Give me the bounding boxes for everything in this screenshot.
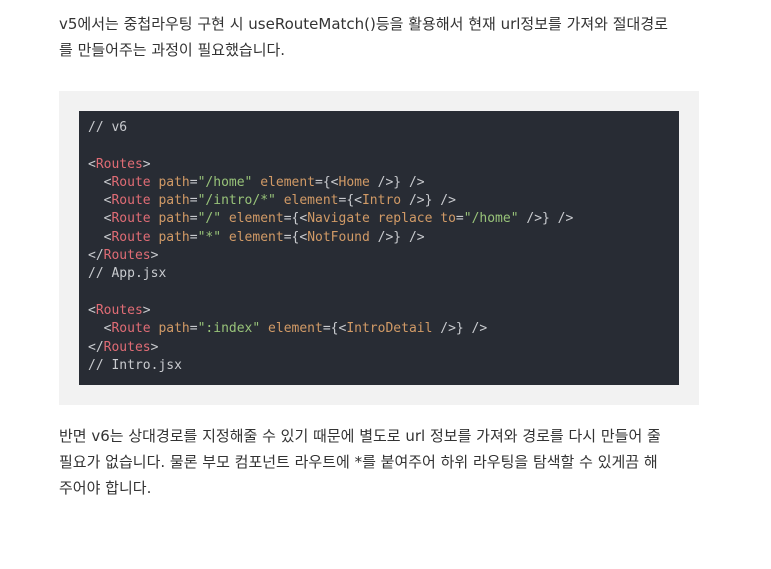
- code-token-punct: =: [455, 211, 464, 227]
- code-token-punct: >: [150, 339, 159, 355]
- code-token-punct: />} />: [432, 321, 488, 337]
- code-token-tag: Route: [111, 229, 151, 245]
- code-token-tag: Routes: [103, 339, 151, 355]
- code-token-str: "/home": [463, 211, 519, 227]
- code-line: // Intro.jsx: [88, 357, 670, 375]
- code-token-punct: />} />: [518, 211, 574, 227]
- code-token-punct: >: [142, 156, 151, 172]
- code-token-tag: Routes: [103, 248, 151, 264]
- code-block: // v6 <Routes> <Route path="/home" eleme…: [79, 111, 679, 385]
- code-token-attr: replace: [377, 211, 433, 227]
- code-token-comment: // App.jsx: [88, 266, 167, 282]
- code-token-punct: [370, 211, 378, 226]
- code-token-attr: Intro: [361, 193, 402, 209]
- code-token-str: "/intro/*": [197, 193, 276, 209]
- code-token-punct: =: [189, 321, 198, 337]
- code-token-punct: =: [189, 211, 198, 227]
- code-token-punct: =: [189, 229, 198, 245]
- code-token-punct: >: [142, 302, 151, 318]
- code-line: </Routes>: [88, 339, 670, 357]
- code-token-attr: element: [283, 193, 339, 209]
- code-block-container: // v6 <Routes> <Route path="/home" eleme…: [59, 91, 699, 405]
- code-token-punct: ={<: [338, 193, 362, 209]
- code-token-tag: Route: [111, 321, 151, 337]
- code-token-attr: path: [158, 229, 190, 245]
- paragraph-intro: v5에서는 중첩라우팅 구현 시 useRouteMatch()등을 활용해서 …: [59, 11, 699, 63]
- code-token-attr: to: [440, 211, 456, 227]
- code-token-punct: </: [88, 339, 104, 355]
- code-token-punct: />} />: [401, 193, 456, 209]
- code-token-comment: // v6: [88, 120, 128, 135]
- code-token-comment: // Intro.jsx: [88, 357, 182, 373]
- code-content: // v6 <Routes> <Route path="/home" eleme…: [88, 119, 670, 375]
- code-line: <Route path="/" element={<Navigate repla…: [88, 210, 670, 228]
- code-token-punct: ={<: [283, 211, 308, 227]
- code-line: <Route path="/intro/*" element={<Intro /…: [88, 192, 670, 210]
- code-token-punct: >: [150, 248, 159, 264]
- code-token-attr: path: [158, 211, 190, 227]
- code-token-tag: Route: [111, 211, 151, 227]
- code-line: <Route path=":index" element={<IntroDeta…: [88, 320, 670, 338]
- code-token-punct: ={<: [315, 174, 339, 190]
- code-token-attr: element: [268, 321, 323, 337]
- code-token-str: "/": [197, 211, 222, 227]
- paragraph-line: v5에서는 중첩라우팅 구현 시 useRouteMatch()등을 활용해서 …: [59, 15, 668, 33]
- code-token-attr: path: [158, 193, 190, 209]
- code-token-str: "*": [197, 229, 222, 245]
- code-token-attr: path: [158, 321, 190, 337]
- code-token-punct: <: [88, 193, 112, 209]
- code-line: </Routes>: [88, 247, 670, 265]
- code-line: <Routes>: [88, 302, 670, 320]
- code-token-punct: ={<: [283, 229, 308, 245]
- code-token-attr: path: [158, 174, 190, 190]
- code-token-punct: <: [88, 302, 96, 318]
- code-token-punct: [276, 193, 284, 208]
- paragraph-line: 를 만들어주는 과정이 필요했습니다.: [59, 41, 286, 59]
- code-token-punct: [221, 230, 229, 245]
- code-token-str: ":index": [197, 321, 261, 337]
- code-token-punct: </: [88, 248, 104, 264]
- code-token-tag: Route: [111, 193, 151, 209]
- paragraph-line: 반면 v6는 상대경로를 지정해줄 수 있기 때문에 별도로 url 정보를 가…: [59, 427, 661, 445]
- code-token-punct: <: [88, 211, 112, 227]
- code-token-punct: <: [88, 156, 96, 172]
- code-token-punct: [260, 321, 268, 336]
- code-token-punct: <: [88, 321, 112, 337]
- code-line: <Route path="*" element={<NotFound />} /…: [88, 229, 670, 247]
- code-token-attr: NotFound: [307, 229, 370, 245]
- code-token-punct: <: [88, 174, 112, 190]
- code-token-tag: Routes: [95, 156, 143, 172]
- code-token-attr: element: [260, 174, 316, 190]
- code-token-punct: [221, 211, 229, 226]
- code-token-tag: Route: [111, 174, 151, 190]
- code-token-punct: <: [88, 229, 112, 245]
- code-line: <Route path="/home" element={<Home />} /…: [88, 174, 670, 192]
- code-token-punct: =: [189, 193, 198, 209]
- code-token-punct: ={<: [322, 321, 347, 337]
- code-token-attr: Home: [338, 174, 370, 190]
- paragraph-line: 주어야 합니다.: [59, 479, 152, 497]
- code-line: // v6: [88, 119, 670, 137]
- code-token-punct: />} />: [369, 229, 425, 245]
- code-line: <Routes>: [88, 156, 670, 174]
- code-token-punct: />} />: [369, 174, 425, 190]
- code-token-str: "/home": [197, 174, 253, 190]
- code-token-attr: Navigate: [307, 211, 370, 227]
- code-line: // App.jsx: [88, 265, 670, 283]
- paragraph-line: 필요가 없습니다. 물론 부모 컴포넌트 라우트에 *를 붙여주어 하위 라우팅…: [59, 453, 658, 471]
- code-token-attr: element: [228, 229, 284, 245]
- paragraph-explanation: 반면 v6는 상대경로를 지정해줄 수 있기 때문에 별도로 url 정보를 가…: [59, 423, 699, 501]
- code-token-punct: =: [189, 174, 198, 190]
- code-token-attr: IntroDetail: [346, 321, 433, 337]
- code-token-attr: element: [228, 211, 284, 227]
- code-token-tag: Routes: [95, 302, 143, 318]
